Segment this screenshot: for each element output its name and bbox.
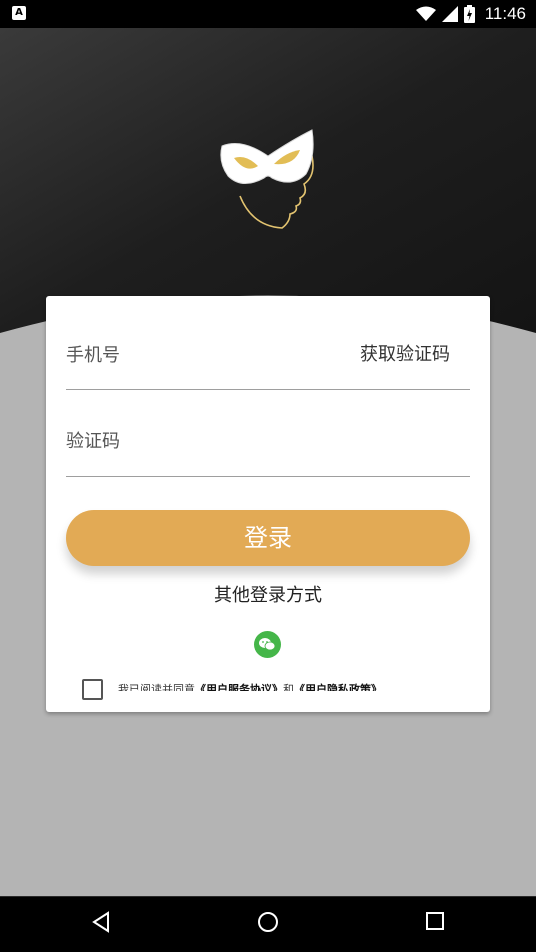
wechat-icon: [259, 638, 276, 651]
status-time: 11:46: [484, 4, 526, 23]
login-button[interactable]: 登录: [66, 510, 470, 566]
battery-icon: [463, 5, 475, 23]
other-login-label: 其他登录方式: [214, 585, 322, 606]
agreement-text: 我已阅读并同意《用户服务协议》和《用户隐私政策》: [118, 682, 382, 691]
recents-icon[interactable]: [425, 911, 445, 931]
phone-input[interactable]: [66, 389, 470, 390]
status-bar: A 11:46: [0, 0, 536, 28]
mask-logo-icon: [220, 129, 314, 229]
back-icon[interactable]: [91, 911, 111, 933]
code-input[interactable]: [66, 476, 470, 477]
service-agreement-link[interactable]: 《用户服务协议》: [195, 683, 283, 691]
wechat-login-button[interactable]: [254, 631, 281, 658]
get-code-button[interactable]: 获取验证码: [360, 340, 450, 366]
agreement-and: 和: [283, 683, 294, 691]
wifi-icon: [415, 6, 436, 21]
notification-a-icon: A: [12, 6, 26, 20]
phone-label: 手机号: [66, 345, 120, 366]
home-icon[interactable]: [257, 911, 279, 933]
code-label: 验证码: [66, 431, 120, 452]
agreement-checkbox[interactable]: [82, 679, 103, 700]
navigation-bar: [0, 896, 536, 952]
agreement-prefix: 我已阅读并同意: [118, 683, 195, 691]
login-card: 手机号 获取验证码 验证码 登录 其他登录方式 我已阅读并同意《用户服务协议》和…: [46, 296, 490, 712]
privacy-policy-link[interactable]: 《用户隐私政策》: [294, 683, 382, 691]
signal-icon: [441, 6, 458, 22]
